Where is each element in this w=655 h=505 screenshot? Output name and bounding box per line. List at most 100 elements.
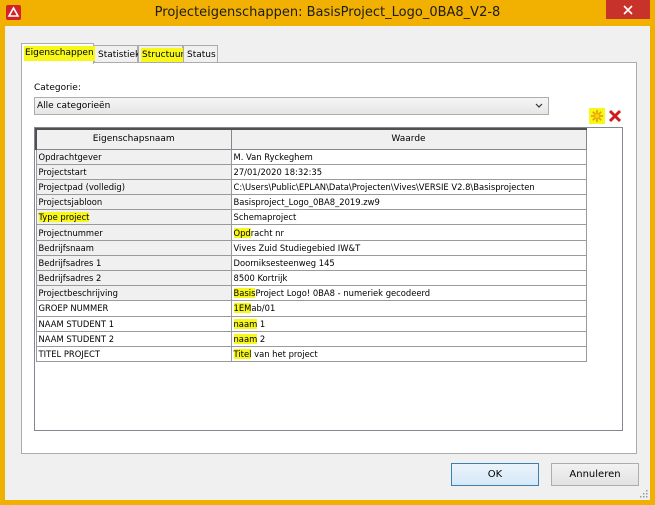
property-value-cell[interactable]: Vives Zuid Studiegebied IW&T bbox=[230, 239, 587, 256]
table-row[interactable]: NAAM STUDENT 1 naam 1 bbox=[35, 315, 587, 332]
tab-label: Eigenschappen bbox=[24, 46, 95, 61]
property-name-text: Bedrijfsadres 2 bbox=[38, 273, 102, 284]
table-row[interactable]: Bedrijfsadres 2 8500 Kortrijk bbox=[35, 269, 587, 287]
category-dropdown[interactable]: Alle categorieën bbox=[34, 97, 549, 115]
property-name-text: Projectbeschrijving bbox=[38, 288, 118, 299]
table-row[interactable]: GROEP NUMMER 1EMab/01 bbox=[35, 300, 587, 317]
property-name-text: Projectstart bbox=[38, 166, 87, 177]
property-name-cell[interactable]: GROEP NUMMER bbox=[35, 300, 232, 317]
property-name-text: NAAM STUDENT 1 bbox=[38, 318, 115, 329]
tab-eigenschappen[interactable]: Eigenschappen bbox=[21, 43, 95, 64]
property-name-text: Projectnummer bbox=[38, 227, 103, 238]
property-value-cell[interactable]: BasisProject Logo! 0BA8 - numeriek gecod… bbox=[230, 285, 587, 302]
property-value-cell[interactable]: Titel van het project bbox=[230, 345, 587, 363]
property-value-text: M. Van Ryckeghem bbox=[233, 151, 313, 162]
property-value-cell[interactable]: M. Van Ryckeghem bbox=[230, 148, 587, 165]
delete-x-icon bbox=[608, 109, 622, 123]
window-title: Projecteigenschappen: BasisProject_Logo_… bbox=[154, 5, 501, 20]
dialog-client: Eigenschappen Statistiek Structuur Statu… bbox=[5, 26, 650, 500]
column-header-value[interactable]: Waarde bbox=[230, 128, 587, 150]
highlighted-text: naam bbox=[233, 333, 258, 344]
table-row[interactable]: Projectnummer Opdracht nr bbox=[35, 224, 587, 241]
property-value-cell[interactable]: Basisproject_Logo_0BA8_2019.zw9 bbox=[230, 194, 587, 211]
properties-table: Eigenschapsnaam Waarde Opdrachtgever M. V… bbox=[35, 128, 587, 363]
highlighted-text: Basis bbox=[233, 288, 256, 299]
property-name-cell[interactable]: Bedrijfsadres 1 bbox=[35, 254, 232, 272]
property-name-cell[interactable]: Bedrijfsnaam bbox=[35, 239, 232, 256]
property-name-cell[interactable]: Projectsjabloon bbox=[35, 194, 232, 211]
property-value-cell[interactable]: Opdracht nr bbox=[230, 224, 587, 241]
property-value-cell[interactable]: 27/01/2020 18:32:35 bbox=[230, 163, 587, 180]
column-header-name[interactable]: Eigenschapsnaam bbox=[35, 128, 232, 150]
highlighted-text: Type project bbox=[38, 212, 90, 223]
ok-button[interactable]: OK bbox=[451, 463, 539, 486]
property-value-cell[interactable]: naam 1 bbox=[230, 315, 587, 332]
sparkle-new-icon bbox=[591, 110, 603, 122]
property-value-text: 27/01/2020 18:32:35 bbox=[233, 166, 323, 177]
table-row[interactable]: Projectbeschrijving BasisProject Logo! 0B… bbox=[35, 285, 587, 302]
table-row[interactable]: Bedrijfsadres 1 Doorniksesteenweg 145 bbox=[35, 254, 587, 272]
highlighted-text: naam bbox=[233, 318, 258, 329]
properties-grid[interactable]: Eigenschapsnaam Waarde Opdrachtgever M. V… bbox=[34, 127, 623, 431]
property-name-cell[interactable]: Projectbeschrijving bbox=[35, 285, 232, 302]
property-value-cell[interactable]: C:\Users\Public\EPLAN\Data\Projecten\Viv… bbox=[230, 178, 587, 196]
property-value-text: C:\Users\Public\EPLAN\Data\Projecten\Viv… bbox=[233, 181, 535, 192]
table-row[interactable]: Projectsjabloon Basisproject_Logo_0BA8_20… bbox=[35, 194, 587, 211]
property-name-cell[interactable]: Projectpad (volledig) bbox=[35, 178, 232, 196]
property-value-text: 2 bbox=[257, 333, 266, 344]
tab-label: Status bbox=[187, 50, 216, 60]
close-button[interactable] bbox=[606, 0, 650, 19]
property-name-cell[interactable]: NAAM STUDENT 2 bbox=[35, 330, 232, 347]
property-value-cell[interactable]: Schemaproject bbox=[230, 209, 587, 226]
property-name-text: TITEL PROJECT bbox=[38, 349, 101, 360]
tab-status[interactable]: Status bbox=[183, 45, 218, 63]
tab-structuur[interactable]: Structuur bbox=[138, 45, 186, 63]
property-name-text: Bedrijfsadres 1 bbox=[38, 257, 102, 268]
property-value-text: Vives Zuid Studiegebied IW&T bbox=[233, 242, 361, 253]
delete-property-button[interactable] bbox=[607, 108, 623, 124]
table-row[interactable]: Projectpad (volledig) C:\Users\Public\EPL… bbox=[35, 178, 587, 196]
property-value-cell[interactable]: Doorniksesteenweg 145 bbox=[230, 254, 587, 272]
property-value-cell[interactable]: 1EMab/01 bbox=[230, 300, 587, 317]
cancel-button[interactable]: Annuleren bbox=[551, 463, 639, 486]
property-name-cell[interactable]: TITEL PROJECT bbox=[35, 345, 232, 363]
table-row[interactable]: TITEL PROJECT Titel van het project bbox=[35, 345, 587, 363]
dialog-window: Projecteigenschappen: BasisProject_Logo_… bbox=[0, 0, 655, 505]
property-name-text: GROEP NUMMER bbox=[38, 303, 109, 314]
table-row[interactable]: Opdrachtgever M. Van Ryckeghem bbox=[35, 148, 587, 165]
table-row[interactable]: NAAM STUDENT 2 naam 2 bbox=[35, 330, 587, 347]
property-value-cell[interactable]: naam 2 bbox=[230, 330, 587, 347]
resize-grip-icon[interactable] bbox=[638, 488, 648, 498]
property-name-text: Projectpad (volledig) bbox=[38, 181, 125, 192]
category-label: Categorie: bbox=[34, 83, 81, 93]
property-name-cell[interactable]: Projectnummer bbox=[35, 224, 232, 241]
property-value-text: Basisproject_Logo_0BA8_2019.zw9 bbox=[233, 197, 380, 208]
new-property-button[interactable] bbox=[589, 108, 605, 124]
property-value-text: 8500 Kortrijk bbox=[233, 273, 288, 284]
property-name-cell[interactable]: Projectstart bbox=[35, 163, 232, 180]
table-row[interactable]: Bedrijfsnaam Vives Zuid Studiegebied IW&T bbox=[35, 239, 587, 256]
property-value-cell[interactable]: 8500 Kortrijk bbox=[230, 269, 587, 287]
property-name-text: Bedrijfsnaam bbox=[38, 242, 94, 253]
property-value-text: Doorniksesteenweg 145 bbox=[233, 257, 335, 268]
property-value-text: racht nr bbox=[250, 227, 284, 238]
property-value-text: 1 bbox=[257, 318, 266, 329]
property-value-text: Schemaproject bbox=[233, 212, 297, 223]
chevron-down-icon bbox=[535, 103, 543, 108]
property-name-cell[interactable]: Opdrachtgever bbox=[35, 148, 232, 165]
property-name-cell[interactable]: Type project bbox=[35, 209, 232, 226]
property-value-text: Project Logo! 0BA8 - numeriek gecodeerd bbox=[255, 288, 431, 299]
property-name-cell[interactable]: Bedrijfsadres 2 bbox=[35, 269, 232, 287]
property-name-cell[interactable]: NAAM STUDENT 1 bbox=[35, 315, 232, 332]
highlighted-text: Opd bbox=[233, 227, 251, 238]
tab-label: Statistiek bbox=[98, 50, 141, 60]
tab-statistiek[interactable]: Statistiek bbox=[94, 45, 141, 63]
title-bar[interactable]: Projecteigenschappen: BasisProject_Logo_… bbox=[0, 0, 655, 26]
property-name-text: NAAM STUDENT 2 bbox=[38, 333, 115, 344]
category-selected-value: Alle categorieën bbox=[37, 101, 111, 111]
tab-label: Structuur bbox=[141, 48, 186, 63]
property-value-text: ab/01 bbox=[251, 303, 276, 314]
table-row[interactable]: Type project Schemaproject bbox=[35, 209, 587, 226]
property-name-text: Opdrachtgever bbox=[38, 151, 102, 162]
table-row[interactable]: Projectstart 27/01/2020 18:32:35 bbox=[35, 163, 587, 180]
